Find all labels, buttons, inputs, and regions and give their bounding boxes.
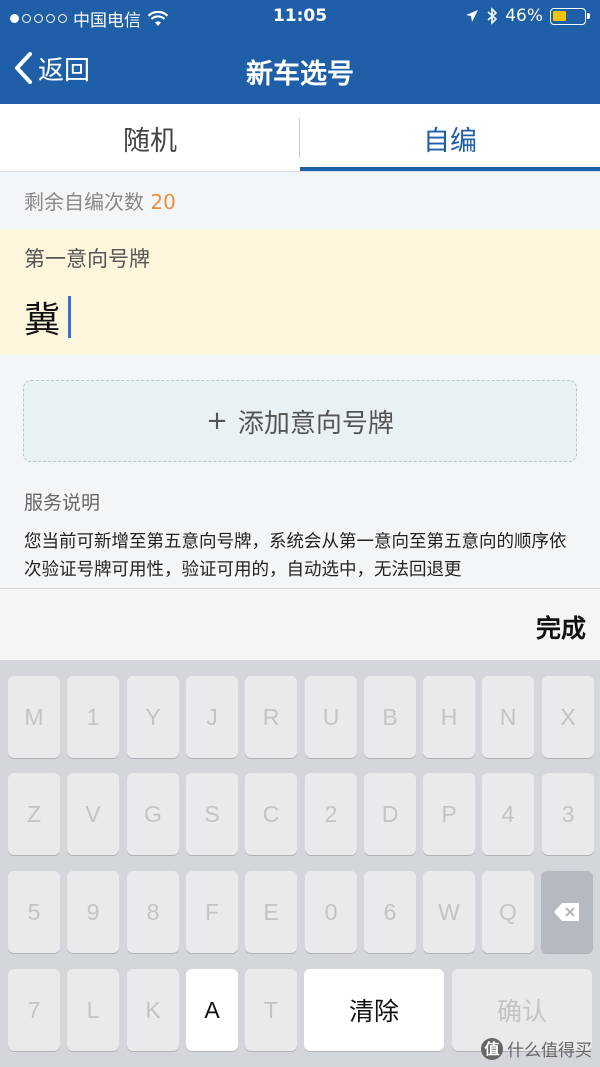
key-0[interactable]: 0 bbox=[305, 871, 357, 953]
tab-bar: 随机 自编 bbox=[0, 104, 600, 172]
battery-icon bbox=[550, 7, 590, 25]
plate-keyboard: 清除 确认 值 什么值得买 M1YJRUBHNXZVGSC2DP43598FE0… bbox=[0, 660, 600, 1067]
key-u[interactable]: U bbox=[305, 676, 357, 758]
key-6[interactable]: 6 bbox=[364, 871, 416, 953]
key-r[interactable]: R bbox=[245, 676, 297, 758]
remaining-number: 20 bbox=[150, 190, 176, 214]
remaining-label: 剩余自编次数 bbox=[24, 190, 144, 214]
key-d[interactable]: D bbox=[364, 773, 416, 855]
key-b[interactable]: B bbox=[364, 676, 416, 758]
key-c[interactable]: C bbox=[245, 773, 297, 855]
text-cursor bbox=[68, 296, 72, 338]
plus-icon: + bbox=[206, 406, 228, 436]
location-arrow-icon bbox=[466, 10, 479, 22]
key-g[interactable]: G bbox=[127, 773, 179, 855]
key-h[interactable]: H bbox=[423, 676, 475, 758]
key-k[interactable]: K bbox=[127, 969, 179, 1051]
status-bar: 中国电信 11:05 46% bbox=[0, 0, 600, 34]
watermark-text: 什么值得买 bbox=[507, 1041, 592, 1061]
key-t[interactable]: T bbox=[245, 969, 297, 1051]
bluetooth-icon bbox=[487, 7, 498, 25]
key-e[interactable]: E bbox=[245, 871, 297, 953]
keyboard-toolbar: 完成 bbox=[0, 588, 600, 660]
key-m[interactable]: M bbox=[8, 676, 60, 758]
key-1[interactable]: 1 bbox=[67, 676, 119, 758]
add-plate-button[interactable]: + 添加意向号牌 bbox=[23, 380, 577, 462]
key-x[interactable]: X bbox=[542, 676, 594, 758]
key-5[interactable]: 5 bbox=[8, 871, 60, 953]
plate-value: 冀 bbox=[24, 300, 61, 341]
watermark-badge: 值 bbox=[481, 1037, 503, 1060]
key-4[interactable]: 4 bbox=[482, 773, 534, 855]
done-button[interactable]: 完成 bbox=[536, 609, 586, 645]
service-text: 您当前可新增至第五意向号牌，系统会从第一意向至第五意向的顺序依次验证号牌可用性，… bbox=[24, 532, 567, 580]
key-n[interactable]: N bbox=[482, 676, 534, 758]
service-title: 服务说明 bbox=[24, 492, 101, 514]
tab-random[interactable]: 随机 bbox=[0, 104, 300, 172]
key-7[interactable]: 7 bbox=[8, 969, 60, 1051]
key-9[interactable]: 9 bbox=[67, 871, 119, 953]
tab-custom[interactable]: 自编 bbox=[300, 104, 600, 172]
clear-key[interactable]: 清除 bbox=[304, 969, 444, 1051]
battery-percent: 46% bbox=[505, 6, 543, 26]
plate-input[interactable]: 冀 bbox=[24, 291, 72, 343]
nav-bar: 返回 新车选号 bbox=[0, 34, 600, 104]
watermark: 值 什么值得买 bbox=[481, 1036, 592, 1061]
key-p[interactable]: P bbox=[423, 773, 475, 855]
key-q[interactable]: Q bbox=[482, 871, 534, 953]
key-w[interactable]: W bbox=[423, 871, 475, 953]
key-v[interactable]: V bbox=[67, 773, 119, 855]
battery-level bbox=[553, 10, 566, 21]
key-a[interactable]: A bbox=[186, 969, 238, 1051]
backspace-key[interactable] bbox=[541, 871, 593, 953]
backspace-icon bbox=[554, 903, 579, 921]
key-8[interactable]: 8 bbox=[127, 871, 179, 953]
add-plate-label: 添加意向号牌 bbox=[237, 408, 394, 439]
key-3[interactable]: 3 bbox=[542, 773, 594, 855]
key-l[interactable]: L bbox=[67, 969, 119, 1051]
key-j[interactable]: J bbox=[186, 676, 238, 758]
status-right: 46% bbox=[465, 6, 590, 26]
plate-label: 第一意向号牌 bbox=[24, 247, 150, 271]
key-f[interactable]: F bbox=[186, 871, 238, 953]
key-z[interactable]: Z bbox=[8, 773, 60, 855]
remaining-count: 剩余自编次数 20 bbox=[24, 186, 176, 215]
page-title: 新车选号 bbox=[246, 59, 354, 90]
key-s[interactable]: S bbox=[186, 773, 238, 855]
active-tab-indicator bbox=[300, 167, 600, 171]
plate-section: 第一意向号牌 冀 bbox=[0, 229, 600, 355]
key-2[interactable]: 2 bbox=[305, 773, 357, 855]
key-y[interactable]: Y bbox=[127, 676, 179, 758]
